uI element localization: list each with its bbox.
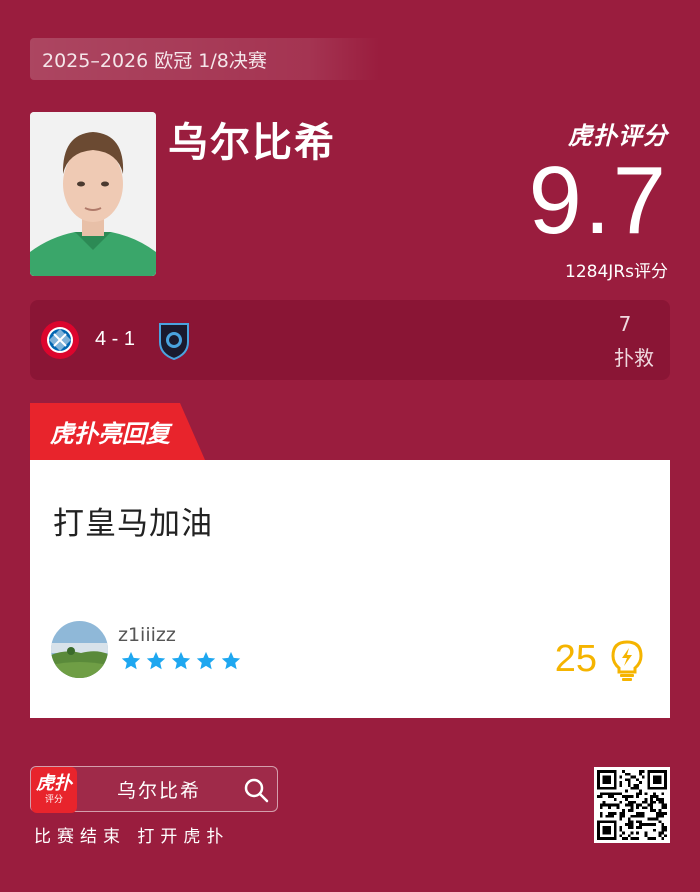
qr-code — [594, 767, 670, 843]
highlight-reply-tab: 虎扑亮回复 — [30, 403, 205, 460]
star-icon — [196, 651, 216, 670]
search-icon[interactable] — [243, 777, 269, 807]
star-icon — [221, 651, 241, 670]
search-query[interactable]: 乌尔比希 — [117, 776, 201, 803]
star-icon — [121, 651, 141, 670]
competition-title: 2025–2026 欧冠 1/8决赛 — [42, 49, 267, 72]
search-box[interactable]: 虎扑 评分 乌尔比希 — [30, 766, 278, 813]
hupu-app-icon: 虎扑 评分 — [31, 767, 77, 813]
atalanta-badge-icon — [158, 320, 198, 361]
app-icon-sub: 评分 — [44, 795, 63, 805]
user-rating-stars — [120, 650, 242, 672]
app-icon-logo: 虎扑 — [36, 773, 72, 794]
competition-banner: 2025–2026 欧冠 1/8决赛 — [30, 38, 380, 80]
match-score: 4 - 1 — [95, 328, 136, 350]
saves-count: 7 — [618, 312, 632, 336]
lightbulb-like-icon[interactable] — [610, 640, 644, 686]
rating-score: 9.7 — [528, 147, 668, 254]
reply-text: 打皇马加油 — [53, 506, 213, 542]
like-count: 25 — [554, 638, 597, 680]
bayern-munich-badge-icon — [40, 320, 80, 360]
highlight-tab-label: 虎扑亮回复 — [50, 420, 170, 448]
saves-label: 扑救 — [614, 346, 654, 370]
username[interactable]: z1iiizz — [118, 624, 176, 646]
avatar[interactable] — [51, 621, 108, 678]
highlight-reply-card[interactable]: 打皇马加油 z1iiizz 25 — [30, 460, 670, 718]
player-name: 乌尔比希 — [168, 120, 336, 166]
rating-count: 1284JRs评分 — [565, 262, 668, 282]
match-info-bar: 4 - 1 7 扑救 — [30, 300, 670, 380]
star-icon — [146, 651, 166, 670]
open-app-cta: 比赛结束 打开虎扑 — [34, 827, 230, 847]
star-icon — [171, 651, 191, 670]
player-photo — [30, 112, 156, 276]
